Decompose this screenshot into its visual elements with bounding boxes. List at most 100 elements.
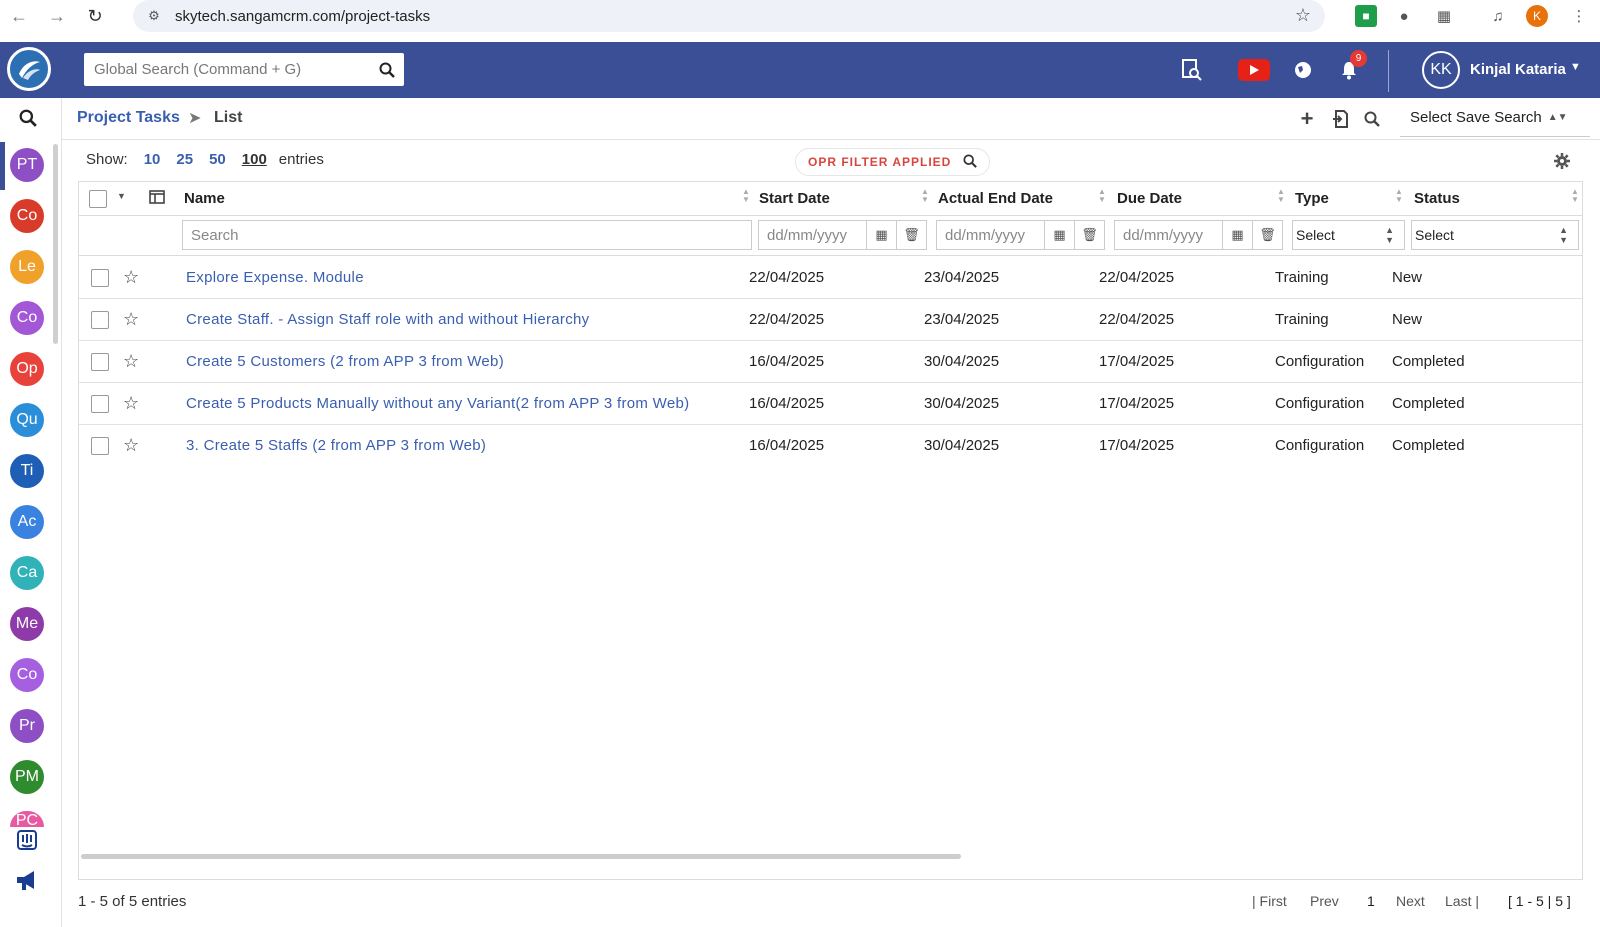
sidebar-item-0[interactable]: PT — [10, 148, 44, 182]
column-header-name[interactable]: Name — [184, 190, 225, 207]
column-header-actual-end-date[interactable]: Actual End Date — [938, 190, 1053, 207]
favorite-star-icon[interactable]: ☆ — [123, 393, 139, 414]
breadcrumb-module-link[interactable]: Project Tasks — [77, 109, 180, 127]
pager-current-page[interactable]: 1 — [1367, 893, 1375, 909]
status-filter-select[interactable]: Select ▲ ▼ — [1411, 220, 1579, 250]
extensions-puzzle-icon[interactable]: ▦ — [1433, 5, 1455, 27]
task-name-link[interactable]: 3. Create 5 Staffs (2 from APP 3 from We… — [186, 437, 486, 454]
start-date-filter-input[interactable]: dd/mm/yyyy — [758, 220, 867, 250]
pager-next[interactable]: Next — [1396, 893, 1425, 909]
sidebar-search-icon[interactable] — [14, 104, 42, 132]
announcement-megaphone-icon[interactable] — [12, 865, 42, 895]
bulk-actions-caret-icon[interactable]: ▼ — [117, 191, 126, 201]
calendar-icon[interactable]: ▦ — [1222, 220, 1253, 250]
sidebar-item-2[interactable]: Le — [10, 250, 44, 284]
table-settings-gear-icon[interactable] — [1553, 152, 1571, 170]
address-bar[interactable]: ⚙ skytech.sangamcrm.com/project-tasks ☆ — [133, 0, 1325, 32]
calendar-icon[interactable]: ▦ — [1044, 220, 1075, 250]
sidebar-item-12[interactable]: PM — [10, 760, 44, 794]
favorite-star-icon[interactable]: ☆ — [123, 309, 139, 330]
page-size-option-50[interactable]: 50 — [209, 151, 226, 168]
sort-icon[interactable]: ▲ ▼ — [921, 188, 929, 204]
trash-icon[interactable]: 🗑 — [896, 220, 927, 250]
sort-icon[interactable]: ▲ ▼ — [1395, 188, 1403, 204]
sort-icon[interactable]: ▲ ▼ — [1571, 188, 1579, 204]
extension-icon[interactable]: ■ — [1355, 5, 1377, 27]
forward-icon[interactable]: → — [38, 0, 76, 32]
globe-icon[interactable] — [1289, 56, 1317, 84]
row-checkbox[interactable] — [91, 437, 109, 455]
account-icon[interactable]: ● — [1393, 5, 1415, 27]
table-row[interactable]: ☆ Explore Expense. Module 22/04/2025 23/04/… — [79, 257, 1582, 299]
bookmark-star-icon[interactable]: ☆ — [1295, 5, 1311, 26]
sidebar-item-5[interactable]: Qu — [10, 403, 44, 437]
actual-end-date-filter-input[interactable]: dd/mm/yyyy — [936, 220, 1045, 250]
pager-prev[interactable]: Prev — [1310, 893, 1339, 909]
intercom-icon[interactable] — [12, 825, 42, 855]
favorite-star-icon[interactable]: ☆ — [123, 435, 139, 456]
sidebar-item-3[interactable]: Co — [10, 301, 44, 335]
table-row[interactable]: ☆ Create 5 Products Manually without any … — [79, 383, 1582, 425]
media-control-icon[interactable]: ♫ — [1487, 5, 1509, 27]
import-icon[interactable] — [1328, 107, 1352, 131]
sidebar-scrollbar[interactable] — [53, 144, 58, 344]
user-avatar[interactable]: KK — [1422, 51, 1460, 89]
trash-icon[interactable]: 🗑 — [1252, 220, 1283, 250]
type-filter-select[interactable]: Select ▲ ▼ — [1292, 220, 1405, 250]
sort-icon[interactable]: ▲ ▼ — [742, 188, 750, 204]
sidebar-item-8[interactable]: Ca — [10, 556, 44, 590]
sidebar-item-7[interactable]: Ac — [10, 505, 44, 539]
back-icon[interactable]: ← — [0, 0, 38, 32]
row-checkbox[interactable] — [91, 395, 109, 413]
global-search[interactable] — [84, 53, 404, 86]
page-size-option-10[interactable]: 10 — [144, 151, 161, 168]
sidebar-item-10[interactable]: Co — [10, 658, 44, 692]
table-row[interactable]: ☆ Create Staff. - Assign Staff role with … — [79, 299, 1582, 341]
select-all-checkbox[interactable] — [89, 190, 107, 208]
due-date-filter-input[interactable]: dd/mm/yyyy — [1114, 220, 1223, 250]
row-checkbox[interactable] — [91, 269, 109, 287]
page-size-option-25[interactable]: 25 — [176, 151, 193, 168]
table-row[interactable]: ☆ 3. Create 5 Staffs (2 from APP 3 from W… — [79, 425, 1582, 467]
notification-bell-icon[interactable]: 9 — [1335, 50, 1367, 84]
task-name-link[interactable]: Create 5 Customers (2 from APP 3 from We… — [186, 353, 504, 370]
row-checkbox[interactable] — [91, 353, 109, 371]
user-menu-caret-icon[interactable]: ▼ — [1570, 61, 1581, 73]
site-settings-icon[interactable]: ⚙ — [145, 7, 163, 25]
search-icon[interactable] — [370, 53, 404, 86]
column-header-due-date[interactable]: Due Date — [1117, 190, 1182, 207]
column-header-type[interactable]: Type — [1295, 190, 1329, 207]
favorite-star-icon[interactable]: ☆ — [123, 351, 139, 372]
task-name-link[interactable]: Create 5 Products Manually without any V… — [186, 395, 689, 412]
trash-icon[interactable]: 🗑 — [1074, 220, 1105, 250]
reload-icon[interactable]: ↻ — [76, 0, 114, 32]
favorite-star-icon[interactable]: ☆ — [123, 267, 139, 288]
url-text[interactable]: skytech.sangamcrm.com/project-tasks — [175, 8, 430, 25]
add-icon[interactable]: + — [1295, 106, 1319, 131]
table-row[interactable]: ☆ Create 5 Customers (2 from APP 3 from W… — [79, 341, 1582, 383]
global-search-input[interactable] — [84, 53, 370, 86]
column-header-start-date[interactable]: Start Date — [759, 190, 830, 207]
profile-avatar[interactable]: K — [1526, 5, 1548, 27]
row-checkbox[interactable] — [91, 311, 109, 329]
opr-filter-badge[interactable]: OPR FILTER APPLIED — [795, 148, 991, 176]
task-name-link[interactable]: Create Staff. - Assign Staff role with a… — [186, 311, 589, 328]
sort-icon[interactable]: ▲ ▼ — [1277, 188, 1285, 204]
sidebar-item-4[interactable]: Op — [10, 352, 44, 386]
task-name-link[interactable]: Explore Expense. Module — [186, 269, 364, 286]
page-size-option-100[interactable]: 100 — [242, 151, 267, 168]
column-chooser-icon[interactable] — [149, 190, 165, 209]
search-icon[interactable] — [1360, 107, 1384, 131]
pager-last[interactable]: Last | — [1445, 893, 1479, 909]
sidebar-item-9[interactable]: Me — [10, 607, 44, 641]
name-search-input[interactable]: Search — [182, 220, 752, 250]
user-name[interactable]: Kinjal Kataria — [1470, 61, 1566, 78]
app-logo[interactable] — [7, 47, 51, 91]
column-header-status[interactable]: Status — [1414, 190, 1460, 207]
browser-menu-icon[interactable]: ⋮ — [1568, 5, 1590, 27]
table-horizontal-scrollbar[interactable] — [81, 854, 961, 859]
calendar-icon[interactable]: ▦ — [866, 220, 897, 250]
youtube-icon[interactable] — [1238, 59, 1270, 81]
sort-icon[interactable]: ▲ ▼ — [1098, 188, 1106, 204]
sidebar-item-11[interactable]: Pr — [10, 709, 44, 743]
